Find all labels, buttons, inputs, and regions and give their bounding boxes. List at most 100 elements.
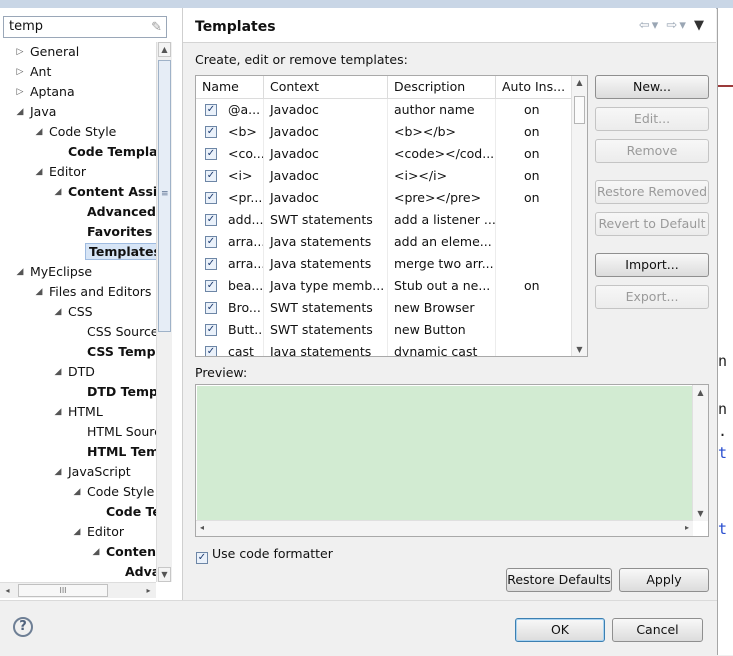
table-row[interactable]: ✓ <co... Javadoc <code></cod... on <box>196 143 573 165</box>
column-name[interactable]: Name <box>196 76 264 98</box>
collapse-arrow-icon[interactable]: ◢ <box>33 282 45 302</box>
tree-item[interactable]: CSS Templa <box>85 342 156 362</box>
collapse-arrow-icon[interactable]: ◢ <box>33 122 45 142</box>
expand-arrow-icon[interactable]: ▷ <box>14 82 26 102</box>
collapse-arrow-icon[interactable]: ◢ <box>71 522 83 542</box>
tree-item[interactable]: ◢ Code Style <box>74 482 156 502</box>
tree-item[interactable]: ◢ Editor <box>74 522 126 542</box>
collapse-arrow-icon[interactable]: ◢ <box>52 302 64 322</box>
tree-item[interactable]: Favorites <box>85 222 154 242</box>
collapse-arrow-icon[interactable]: ◢ <box>71 482 83 502</box>
cancel-button[interactable]: Cancel <box>612 618 703 642</box>
table-row[interactable]: ✓ bea... Java type memb... Stub out a ne...… <box>196 275 573 297</box>
scroll-right-arrow-icon[interactable]: ▸ <box>141 584 156 597</box>
tree-item[interactable]: ◢ Content <box>93 542 156 562</box>
tree-item[interactable]: Advanced <box>85 202 156 222</box>
table-row[interactable]: ✓ <pr... Javadoc <pre></pre> on <box>196 187 573 209</box>
collapse-arrow-icon[interactable]: ◢ <box>90 542 102 562</box>
edit-button[interactable]: Edit... <box>595 107 709 131</box>
tree-item[interactable]: ◢ Files and Editors <box>36 282 153 302</box>
tree-item[interactable]: ▷ Ant <box>17 62 53 82</box>
tree-item[interactable]: ◢ JavaScript <box>55 462 133 482</box>
forward-arrow-icon[interactable]: ⇨ <box>666 18 679 33</box>
scroll-thumb[interactable]: ≡ <box>158 60 171 332</box>
remove-button[interactable]: Remove <box>595 139 709 163</box>
collapse-arrow-icon[interactable]: ◢ <box>52 462 64 482</box>
expand-arrow-icon[interactable]: ▷ <box>14 62 26 82</box>
new-button[interactable]: New... <box>595 75 709 99</box>
tree-item[interactable]: ◢ HTML <box>55 402 105 422</box>
table-row[interactable]: ✓ Butt... SWT statements new Button <box>196 319 573 341</box>
tree-item[interactable]: ◢ Content Assist <box>55 182 156 202</box>
scroll-up-arrow-icon[interactable]: ▲ <box>693 388 708 397</box>
table-row[interactable]: ✓ @a... Javadoc author name on <box>196 99 573 121</box>
tree-item[interactable]: Code Te <box>104 502 156 522</box>
preview-horizontal-scrollbar[interactable]: ◂ ▸ <box>196 520 693 536</box>
tree-item[interactable]: ▷ General <box>17 42 81 62</box>
tree-item[interactable]: ◢ DTD <box>55 362 97 382</box>
column-description[interactable]: Description <box>388 76 496 98</box>
tree-item[interactable]: Adva <box>123 562 156 582</box>
tree-vertical-scrollbar[interactable]: ▲ ≡ ▼ <box>156 42 172 582</box>
collapse-arrow-icon[interactable]: ◢ <box>52 402 64 422</box>
table-scrollbar[interactable]: ▲ ▼ <box>571 76 587 356</box>
apply-button[interactable]: Apply <box>619 568 709 592</box>
tree-item[interactable]: Templates <box>85 242 156 262</box>
help-icon[interactable]: ? <box>13 617 33 637</box>
column-auto-insert[interactable]: Auto Ins... <box>496 76 573 98</box>
table-scroll-thumb[interactable] <box>574 96 585 124</box>
table-row[interactable]: ✓ arra... Java statements merge two arr... <box>196 253 573 275</box>
filter-input[interactable]: temp ✎ <box>3 16 167 38</box>
tree-item[interactable]: CSS Source <box>85 322 156 342</box>
preview-vertical-scrollbar[interactable]: ▲ ▼ <box>692 385 708 521</box>
tree-item[interactable]: ◢ Editor <box>36 162 88 182</box>
scroll-up-arrow-icon[interactable]: ▲ <box>158 42 171 57</box>
tree-horizontal-scrollbar[interactable]: ◂ III ▸ <box>0 582 156 598</box>
preview-text-area[interactable] <box>197 386 693 520</box>
tree-item[interactable]: HTML Sourc <box>85 422 156 442</box>
table-row[interactable]: ✓ add... SWT statements add a listener ... <box>196 209 573 231</box>
use-code-formatter-checkbox[interactable]: ✓ Use code formatter <box>196 546 333 564</box>
import-button[interactable]: Import... <box>595 253 709 277</box>
tree-item[interactable]: DTD Temp <box>85 382 156 402</box>
tree-item[interactable]: HTML Tem <box>85 442 156 462</box>
collapse-arrow-icon[interactable]: ◢ <box>14 262 26 282</box>
eraser-icon[interactable]: ✎ <box>151 20 162 35</box>
restore-defaults-button[interactable]: Restore Defaults <box>506 568 612 592</box>
table-row[interactable]: ✓ Bro... SWT statements new Browser <box>196 297 573 319</box>
collapse-arrow-icon[interactable]: ◢ <box>52 182 64 202</box>
back-dropdown-icon[interactable]: ▾ <box>652 18 661 33</box>
expand-arrow-icon[interactable]: ▷ <box>14 42 26 62</box>
restore-removed-button[interactable]: Restore Removed <box>595 180 709 204</box>
forward-dropdown-icon[interactable]: ▾ <box>679 18 688 33</box>
hscroll-thumb[interactable]: III <box>18 584 108 597</box>
collapse-arrow-icon[interactable]: ◢ <box>52 362 64 382</box>
collapse-arrow-icon[interactable]: ◢ <box>33 162 45 182</box>
view-menu-icon[interactable]: ▼ <box>694 18 706 33</box>
table-row[interactable]: ✓ <i> Javadoc <i></i> on <box>196 165 573 187</box>
tree-item[interactable]: ◢ MyEclipse <box>17 262 94 282</box>
column-context[interactable]: Context <box>264 76 388 98</box>
back-arrow-icon[interactable]: ⇦ <box>639 18 652 33</box>
tree-item[interactable]: ◢ CSS <box>55 302 95 322</box>
tree-item[interactable]: ◢ Code Style <box>36 122 118 142</box>
table-row[interactable]: ✓ <b> Javadoc <b></b> on <box>196 121 573 143</box>
scroll-up-arrow-icon[interactable]: ▲ <box>572 78 587 87</box>
scroll-down-arrow-icon[interactable]: ▼ <box>158 567 171 582</box>
scroll-down-arrow-icon[interactable]: ▼ <box>693 509 708 518</box>
checkbox-check-icon[interactable]: ✓ <box>196 552 208 564</box>
scroll-down-arrow-icon[interactable]: ▼ <box>572 345 587 354</box>
tree-item[interactable]: Code Templat <box>66 142 156 162</box>
tree-item[interactable]: ◢ Java <box>17 102 58 122</box>
table-row[interactable]: ✓ arra... Java statements add an eleme... <box>196 231 573 253</box>
table-row[interactable]: ✓ cast Java statements dynamic cast <box>196 341 573 356</box>
export-button[interactable]: Export... <box>595 285 709 309</box>
templates-table[interactable]: Name Context Description Auto Ins... ✓ @a… <box>195 75 588 357</box>
ok-button[interactable]: OK <box>515 618 605 642</box>
collapse-arrow-icon[interactable]: ◢ <box>14 102 26 122</box>
scroll-right-arrow-icon[interactable]: ▸ <box>685 523 689 532</box>
tree-item[interactable]: ▷ Aptana <box>17 82 77 102</box>
revert-to-default-button[interactable]: Revert to Default <box>595 212 709 236</box>
scroll-left-arrow-icon[interactable]: ◂ <box>200 523 204 532</box>
scroll-left-arrow-icon[interactable]: ◂ <box>0 584 15 597</box>
